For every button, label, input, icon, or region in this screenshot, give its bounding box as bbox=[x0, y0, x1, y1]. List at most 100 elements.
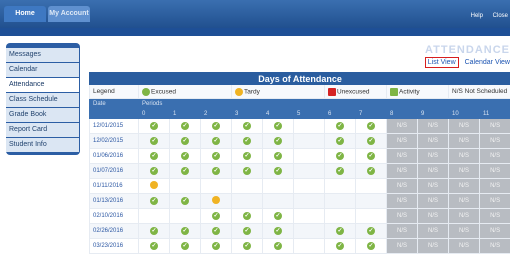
date-cell[interactable]: 03/23/2016 bbox=[89, 238, 139, 254]
excused-check-icon: ✓ bbox=[150, 227, 158, 235]
date-cell[interactable]: 02/26/2016 bbox=[89, 223, 139, 239]
table-caption: Days of Attendance bbox=[88, 72, 510, 85]
not-scheduled-cell: N/S bbox=[478, 133, 510, 149]
excused-check-icon: ✓ bbox=[274, 167, 282, 175]
sidebar-item-calendar[interactable]: Calendar bbox=[6, 63, 79, 77]
excused-check-icon: ✓ bbox=[274, 122, 282, 130]
period-cell: ✓ bbox=[231, 163, 263, 179]
not-scheduled-cell: N/S bbox=[386, 193, 418, 209]
period-cell bbox=[355, 208, 387, 224]
period-cell: ✓ bbox=[200, 223, 232, 239]
not-scheduled-cell: N/S bbox=[478, 208, 510, 224]
excused-check-icon: ✓ bbox=[274, 152, 282, 160]
period-cell bbox=[324, 208, 356, 224]
excused-check-icon: ✓ bbox=[212, 137, 220, 145]
not-scheduled-cell: N/S bbox=[448, 118, 480, 134]
period-cell bbox=[293, 208, 325, 224]
period-cell: ✓ bbox=[138, 118, 170, 134]
period-cell: ✓ bbox=[169, 223, 201, 239]
excused-check-icon: ✓ bbox=[212, 212, 220, 220]
period-cell bbox=[293, 163, 325, 179]
period-cell bbox=[200, 178, 232, 194]
period-cell: ✓ bbox=[355, 118, 387, 134]
period-cell: ✓ bbox=[324, 118, 356, 134]
help-link[interactable]: Help bbox=[471, 13, 483, 19]
close-link[interactable]: Close bbox=[493, 13, 508, 19]
period-cell: ✓ bbox=[355, 163, 387, 179]
period-number: 11 bbox=[478, 108, 510, 119]
excused-check-icon: ✓ bbox=[181, 152, 189, 160]
period-cell: ✓ bbox=[262, 133, 294, 149]
not-scheduled-cell: N/S bbox=[448, 133, 480, 149]
legend-activity: Activity bbox=[386, 84, 449, 99]
excused-check-icon: ✓ bbox=[212, 152, 220, 160]
period-cell: ✓ bbox=[200, 238, 232, 254]
unexcused-icon bbox=[328, 87, 336, 96]
not-scheduled-cell: N/S bbox=[417, 178, 449, 194]
excused-check-icon: ✓ bbox=[181, 227, 189, 235]
period-cell bbox=[324, 178, 356, 194]
period-cell bbox=[231, 178, 263, 194]
not-scheduled-cell: N/S bbox=[386, 148, 418, 164]
period-cell bbox=[200, 193, 232, 209]
not-scheduled-cell: N/S bbox=[448, 193, 480, 209]
period-cell: ✓ bbox=[231, 208, 263, 224]
tardy-circle-icon bbox=[235, 87, 243, 96]
legend-excused-label: Excused bbox=[151, 88, 176, 96]
table-row: 01/13/2016 ✓ ✓ N/S N/S N/S N/S bbox=[89, 193, 510, 209]
sidebar-item-grade-book[interactable]: Grade Book bbox=[6, 108, 79, 122]
sidebar-item-attendance[interactable]: Attendance bbox=[6, 78, 79, 92]
period-cell: ✓ bbox=[231, 223, 263, 239]
date-cell[interactable]: 02/10/2016 bbox=[89, 208, 139, 224]
check-circle-icon bbox=[142, 87, 150, 96]
date-cell[interactable]: 01/11/2016 bbox=[89, 178, 139, 194]
period-cell: ✓ bbox=[262, 223, 294, 239]
periods-header: Periods bbox=[137, 98, 510, 109]
legend-tardy-label: Tardy bbox=[244, 88, 260, 96]
tardy-icon bbox=[150, 181, 158, 189]
sidebar-item-class-schedule[interactable]: Class Schedule bbox=[6, 93, 79, 107]
period-cell: ✓ bbox=[324, 163, 356, 179]
table-row: 03/23/2016 ✓ ✓ ✓ ✓ ✓ ✓ ✓ N/S N/S N/S N/S bbox=[89, 238, 510, 254]
excused-check-icon: ✓ bbox=[181, 167, 189, 175]
period-number: 5 bbox=[293, 108, 325, 119]
date-cell[interactable]: 01/07/2016 bbox=[89, 163, 139, 179]
period-cell bbox=[262, 178, 294, 194]
period-number: 10 bbox=[448, 108, 480, 119]
excused-check-icon: ✓ bbox=[274, 212, 282, 220]
date-cell[interactable]: 12/01/2015 bbox=[89, 118, 139, 134]
page-title: ATTENDANCE bbox=[425, 44, 510, 56]
date-cell[interactable]: 01/13/2016 bbox=[89, 193, 139, 209]
sidebar-item-report-card[interactable]: Report Card bbox=[6, 123, 79, 137]
period-cell: ✓ bbox=[231, 133, 263, 149]
period-cell: ✓ bbox=[324, 238, 356, 254]
activity-icon bbox=[390, 87, 398, 96]
tab-my-account[interactable]: My Account bbox=[48, 6, 90, 22]
date-cell[interactable]: 12/02/2015 bbox=[89, 133, 139, 149]
legend-unexcused: Unexcused bbox=[324, 84, 387, 99]
period-cell: ✓ bbox=[200, 163, 232, 179]
not-scheduled-cell: N/S bbox=[478, 238, 510, 254]
blank-cell bbox=[89, 108, 139, 119]
tab-home[interactable]: Home bbox=[4, 6, 46, 22]
period-cell bbox=[293, 178, 325, 194]
date-cell[interactable]: 01/06/2016 bbox=[89, 148, 139, 164]
period-cell bbox=[138, 178, 170, 194]
calendar-view-link[interactable]: Calendar View bbox=[465, 59, 510, 66]
sidebar-item-student-info[interactable]: Student Info bbox=[6, 138, 79, 152]
table-row: 02/26/2016 ✓ ✓ ✓ ✓ ✓ ✓ ✓ N/S N/S N/S N/S bbox=[89, 223, 510, 239]
not-scheduled-cell: N/S bbox=[417, 208, 449, 224]
excused-check-icon: ✓ bbox=[150, 197, 158, 205]
not-scheduled-cell: N/S bbox=[417, 223, 449, 239]
not-scheduled-cell: N/S bbox=[448, 238, 480, 254]
list-view-link[interactable]: List View bbox=[424, 57, 459, 68]
sidebar-item-messages[interactable]: Messages bbox=[6, 48, 79, 62]
excused-check-icon: ✓ bbox=[150, 137, 158, 145]
excused-check-icon: ✓ bbox=[336, 167, 344, 175]
period-cell: ✓ bbox=[231, 238, 263, 254]
period-cell: ✓ bbox=[200, 148, 232, 164]
period-cell: ✓ bbox=[200, 118, 232, 134]
excused-check-icon: ✓ bbox=[336, 137, 344, 145]
period-cell bbox=[293, 133, 325, 149]
table-row: 01/06/2016 ✓ ✓ ✓ ✓ ✓ ✓ ✓ N/S N/S N/S N/S bbox=[89, 148, 510, 164]
